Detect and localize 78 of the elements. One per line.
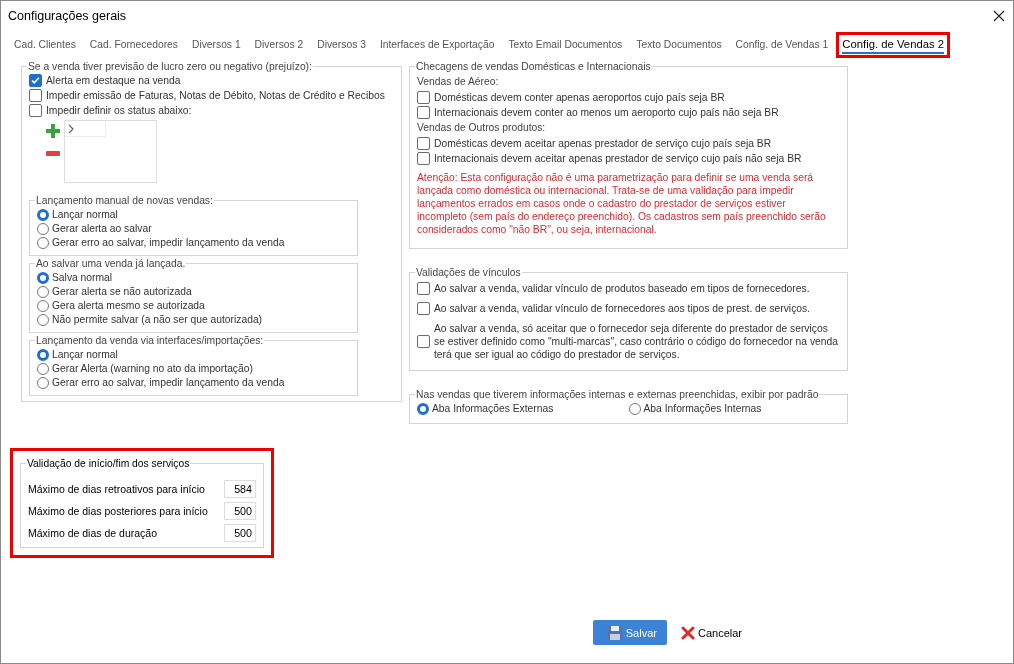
- tab[interactable]: Texto Documentos: [636, 36, 722, 54]
- checkbox[interactable]: [417, 106, 430, 119]
- number-field[interactable]: 500: [224, 524, 256, 542]
- tab[interactable]: Cad. Clientes: [14, 36, 76, 54]
- radio-button[interactable]: [37, 237, 49, 249]
- tab[interactable]: Cad. Fornecedores: [89, 36, 178, 54]
- checkbox-label: Alerta em destaque na venda: [46, 74, 181, 87]
- chevron-right-icon: [68, 123, 74, 134]
- checkbox-label: Impedir emissão de Faturas, Notas de Débito, Notas de Crédito e Recibos: [46, 89, 385, 102]
- radio-label: Não permite salvar (a não ser que autorizada): [52, 313, 263, 327]
- radio-label: Gerar Alerta (warning no ato da importação): [52, 362, 253, 376]
- checkbox[interactable]: [417, 91, 430, 104]
- radio-button[interactable]: [37, 363, 49, 375]
- group-title: Checagens de vendas Domésticas e Internacionais: [416, 61, 651, 72]
- field-label: Máximo de dias retroativos para início: [28, 483, 205, 495]
- radio-label: Gerar erro ao salvar, impedir lançamento da venda: [52, 236, 285, 250]
- radio-label: Lançar normal: [52, 208, 118, 222]
- radio-button[interactable]: [37, 300, 49, 312]
- section-heading: Vendas de Aéreo:: [417, 76, 500, 87]
- radio-label: Aba Informações Externas: [432, 402, 554, 416]
- field-label: Máximo de dias posteriores para início: [28, 505, 208, 517]
- group-title: Se a venda tiver previsão de lucro zero ou negativo (prejuízo):: [28, 61, 312, 72]
- radio-button[interactable]: [37, 286, 49, 298]
- warning-text: Atenção: Esta configuração não é uma parametrização para definir se uma venda será lançada como doméstica ou internacional. Trata-se de uma validação para impedir lançamentos errados em casos onde o cadastro do prestador de serviços estiver incompleto (sem país do endereço preenchido). Os cadastros sem país preenchido serão considerados como "não BR", ou seja, internacional.: [417, 171, 827, 236]
- radio-label: Aba Informações Internas: [643, 402, 762, 416]
- save-button[interactable]: Salvar: [592, 620, 667, 645]
- checkbox-label: Internacionais devem conter ao menos um aeroporto cujo país não seja BR: [434, 106, 779, 119]
- checkbox[interactable]: [417, 282, 430, 295]
- radio-label: Salva normal: [52, 271, 113, 285]
- checkbox[interactable]: [29, 89, 42, 102]
- cross-icon: [680, 625, 695, 640]
- cancel-button[interactable]: Cancelar: [674, 620, 748, 645]
- checkbox-label: Domésticas devem aceitar apenas prestador de serviço cujo país seja BR: [434, 137, 772, 150]
- radio-label: Gerar erro ao salvar, impedir lançamento da venda: [52, 376, 285, 390]
- close-icon[interactable]: [993, 10, 1005, 22]
- section-heading: Vendas de Outros produtos:: [417, 122, 547, 133]
- checkbox[interactable]: [417, 335, 430, 348]
- radio-label: Gerar alerta se não autorizada: [52, 285, 192, 299]
- radio-button[interactable]: [417, 403, 429, 415]
- group-title: Validação de início/fim dos serviços: [27, 458, 190, 469]
- checkbox-label: Ao salvar a venda, só aceitar que o fornecedor seja diferente do prestador de serviços se estiver definido como "multi-marcas", caso contrário o código do fornecedor na venda terá que ser igual ao código do prestador de serviços.: [434, 322, 839, 361]
- checkbox[interactable]: [417, 137, 430, 150]
- radio-button[interactable]: [628, 403, 641, 415]
- radio-button[interactable]: [37, 314, 49, 326]
- radio-label: Lançar normal: [52, 348, 118, 362]
- checkbox-label: Impedir definir os status abaixo:: [46, 104, 192, 117]
- group-title: Nas vendas que tiverem informações internas e externas preenchidas, exibir por padrão: [416, 389, 819, 400]
- radio-label: Gerar alerta ao salvar: [52, 222, 152, 236]
- radio-button[interactable]: [37, 377, 49, 389]
- group-title: Lançamento da venda via interfaces/importações:: [36, 335, 264, 346]
- radio-button[interactable]: [37, 209, 49, 221]
- radio-button[interactable]: [37, 223, 49, 235]
- window-title: Configurações gerais: [8, 9, 127, 23]
- tab[interactable]: Config. de Vendas 1: [735, 36, 829, 54]
- tab[interactable]: Diversos 2: [254, 36, 304, 54]
- group-title: Lançamento manual de novas vendas:: [36, 195, 213, 206]
- plus-icon[interactable]: [46, 124, 60, 138]
- radio-label: Gera alerta mesmo se autorizada: [52, 299, 205, 313]
- checkbox-label: Internacionais devem aceitar apenas prestador de serviço cujo país não seja BR: [434, 152, 802, 165]
- group-title: Validações de vínculos: [416, 267, 521, 278]
- checkbox[interactable]: [417, 302, 430, 315]
- field-label: Máximo de dias de duração: [28, 527, 157, 539]
- tab[interactable]: Config. de Vendas 2: [842, 36, 945, 54]
- checkbox[interactable]: [417, 152, 430, 165]
- tab[interactable]: Interfaces de Exportação: [379, 36, 495, 54]
- checkbox-label: Ao salvar a venda, validar vínculo de fornecedores aos tipos de prest. de serviços.: [434, 302, 811, 315]
- tab[interactable]: Diversos 3: [317, 36, 366, 54]
- group-title: Ao salvar uma venda já lançada.: [36, 258, 186, 269]
- checkbox[interactable]: [29, 104, 42, 117]
- checkbox-label: Ao salvar a venda, validar vínculo de produtos baseado em tipos de fornecedores.: [434, 282, 810, 295]
- tab[interactable]: Texto Email Documentos: [508, 36, 623, 54]
- radio-button[interactable]: [37, 349, 49, 361]
- checkbox[interactable]: [29, 74, 42, 87]
- number-field[interactable]: 500: [224, 502, 256, 520]
- radio-button[interactable]: [37, 272, 49, 284]
- checkbox-label: Domésticas devem conter apenas aeroportos cujo país seja BR: [434, 91, 725, 104]
- number-field[interactable]: 584: [224, 480, 256, 498]
- tab[interactable]: Diversos 1: [191, 36, 241, 54]
